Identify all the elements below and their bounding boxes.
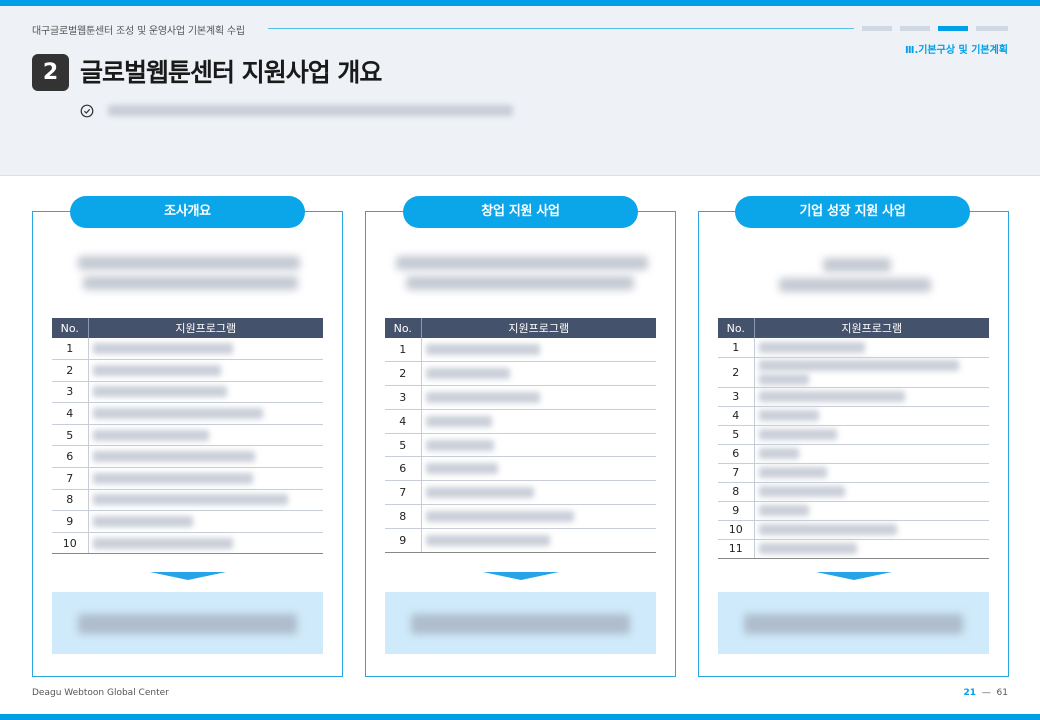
table-header-program: 지원프로그램 [754, 318, 989, 338]
card-title-survey-overview: 조사개요 [70, 196, 305, 228]
page-indicator-seg-2 [900, 26, 930, 31]
down-arrow-icon [150, 572, 226, 580]
table-row: 8 [385, 504, 656, 529]
section-number-badge: 2 [32, 54, 69, 91]
header-divider-line [268, 28, 854, 29]
table-row: 1 [385, 338, 656, 363]
table-row: 5 [52, 424, 323, 447]
table-row: 4 [52, 402, 323, 425]
result-summary-box [718, 592, 989, 654]
page-separator: — [981, 688, 991, 698]
card-description-redacted [83, 276, 298, 290]
table-row: 7 [385, 480, 656, 506]
card-startup-support: No. 지원프로그램 1 2 3 4 5 6 7 8 9 [365, 211, 676, 677]
table-row: 10 [718, 520, 989, 540]
table-row: 3 [718, 387, 989, 407]
card-survey-overview: No. 지원프로그램 1 2 3 4 5 6 7 8 9 10 [32, 211, 343, 677]
page-number: 21 — 61 [964, 688, 1008, 698]
section-label: Ⅲ.기본구상 및 기본계획 [904, 45, 1008, 56]
table-row: 8 [718, 482, 989, 502]
card-description-redacted [823, 258, 891, 272]
table-header-no: No. [52, 318, 89, 338]
card-description-redacted [396, 256, 648, 270]
program-table: No. 지원프로그램 1 2 3 4 5 6 7 8 9 [385, 318, 656, 553]
table-header-program: 지원프로그램 [88, 318, 323, 338]
table-row: 6 [385, 456, 656, 482]
page-indicator-seg-1 [862, 26, 892, 31]
table-row: 6 [52, 445, 323, 469]
table-row: 9 [385, 528, 656, 553]
table-row: 4 [718, 406, 989, 426]
table-row: 2 [52, 359, 323, 382]
table-row: 9 [718, 501, 989, 521]
summary-text-redacted [108, 105, 513, 116]
table-row: 7 [718, 463, 989, 483]
table-row: 4 [385, 409, 656, 434]
card-title-startup-support: 창업 지원 사업 [403, 196, 638, 228]
page-title: 글로벌웹툰센터 지원사업 개요 [80, 58, 382, 87]
table-row: 2 [718, 357, 989, 388]
table-row: 10 [52, 532, 323, 555]
document-title: 대구글로벌웹툰센터 조성 및 운영사업 기본계획 수립 [32, 26, 245, 37]
table-header-program: 지원프로그램 [421, 318, 656, 338]
card-title-growth-support: 기업 성장 지원 사업 [735, 196, 970, 228]
bottom-accent-bar [0, 714, 1040, 720]
card-description-redacted [406, 276, 634, 290]
down-arrow-icon [816, 572, 892, 580]
page-total: 61 [996, 688, 1008, 698]
table-row: 3 [385, 385, 656, 410]
check-circle-icon [80, 104, 94, 118]
table-header-no: No. [718, 318, 755, 338]
page-indicator-seg-4 [976, 26, 1008, 31]
page-current: 21 [963, 688, 977, 698]
table-row: 8 [52, 489, 323, 512]
card-description-redacted [78, 256, 300, 270]
table-row: 5 [385, 433, 656, 458]
table-row: 5 [718, 425, 989, 445]
result-summary-box [385, 592, 656, 654]
down-arrow-icon [483, 572, 559, 580]
program-table: No. 지원프로그램 1 2 3 4 5 6 7 8 9 10 [52, 318, 323, 555]
table-row: 7 [52, 467, 323, 490]
table-row: 2 [385, 361, 656, 387]
table-row: 1 [52, 338, 323, 361]
table-row: 3 [52, 381, 323, 404]
card-growth-support: No. 지원프로그램 1 2 3 4 5 6 7 8 9 10 11 [698, 211, 1009, 677]
card-description-redacted [779, 278, 931, 292]
table-header-no: No. [385, 318, 422, 338]
program-table: No. 지원프로그램 1 2 3 4 5 6 7 8 9 10 11 [718, 318, 989, 559]
table-row: 6 [718, 444, 989, 464]
footer-org-name: Deagu Webtoon Global Center [32, 688, 169, 698]
table-row: 11 [718, 539, 989, 559]
page-indicator-seg-3 [938, 26, 968, 31]
result-summary-box [52, 592, 323, 654]
table-row: 9 [52, 510, 323, 533]
table-row: 1 [718, 338, 989, 358]
